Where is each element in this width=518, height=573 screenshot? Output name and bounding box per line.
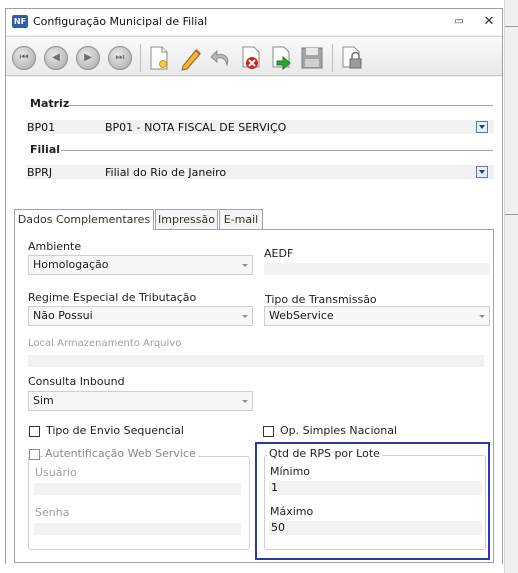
first-record-button[interactable]: ⏮: [12, 46, 36, 70]
usuario-field[interactable]: [34, 483, 241, 495]
filial-description: Filial do Rio de Janeiro: [105, 166, 227, 179]
confirm-button[interactable]: [269, 45, 293, 71]
regime-dropdown-arrow-icon: [242, 315, 248, 318]
tab-dados-complementares[interactable]: Dados Complementares: [14, 209, 154, 230]
autentificacao-checkbox[interactable]: [29, 449, 40, 460]
tipo-transmissao-value: WebService: [269, 309, 334, 322]
matriz-dropdown-button[interactable]: [476, 121, 488, 133]
toolbar: ⏮ ◀ ▶ ⏭: [6, 36, 502, 76]
ambiente-value: Homologação: [33, 258, 109, 271]
aedf-field[interactable]: [264, 263, 490, 275]
matriz-code: BP01: [27, 121, 56, 134]
filial-dropdown-button[interactable]: [476, 166, 488, 178]
consulta-inbound-value: Sim: [33, 394, 54, 407]
dialog-window: NF Configuração Municipal de Filial ▭ ✕ …: [5, 8, 503, 564]
consulta-inbound-label: Consulta Inbound: [28, 375, 125, 388]
tab-panel-dados-complementares: Ambiente Homologação AEDF Regime Especia…: [14, 229, 494, 563]
minimize-button[interactable]: ▭: [449, 13, 469, 31]
next-record-button[interactable]: ▶: [76, 46, 100, 70]
next-record-icon: ▶: [84, 52, 92, 63]
ambiente-dropdown-arrow-icon: [242, 264, 248, 267]
new-document-icon: [150, 46, 168, 70]
local-armazenamento-label: Local Armazenamento Arquivo: [28, 338, 182, 349]
tipo-transmissao-dropdown-arrow-icon: [479, 315, 485, 318]
lock-button[interactable]: [340, 45, 364, 71]
senha-label: Senha: [35, 506, 70, 519]
pencil-icon: [181, 49, 201, 71]
document-arrow-icon: [272, 46, 291, 71]
window-title: Configuração Municipal de Filial: [33, 15, 208, 28]
filial-lookup[interactable]: [26, 165, 494, 179]
undo-arrow-icon: [210, 49, 229, 67]
save-button[interactable]: [300, 45, 324, 71]
lock-document-icon: [342, 46, 362, 69]
matriz-description: BP01 - NOTA FISCAL DE SERVIÇO: [105, 121, 287, 134]
op-simples-nacional-checkbox[interactable]: [263, 426, 274, 437]
consulta-inbound-select[interactable]: Sim: [28, 391, 253, 411]
close-button[interactable]: ✕: [479, 13, 499, 31]
autentificacao-label[interactable]: Autentificação Web Service: [43, 447, 198, 460]
tipo-envio-sequencial-checkbox[interactable]: [29, 426, 40, 437]
form-content: Matriz BP01 BP01 - NOTA FISCAL DE SERVIÇ…: [6, 77, 502, 564]
tab-email[interactable]: E-mail: [219, 209, 263, 229]
aedf-label: AEDF: [264, 247, 294, 260]
op-simples-nacional-label[interactable]: Op. Simples Nacional: [280, 424, 397, 437]
background-window-edge: [504, 0, 518, 573]
delete-record-button[interactable]: [239, 45, 263, 71]
regime-value: Não Possui: [33, 309, 93, 322]
senha-field[interactable]: [34, 523, 241, 535]
previous-record-button[interactable]: ◀: [44, 46, 68, 70]
edit-record-button[interactable]: [179, 45, 203, 71]
delete-document-icon: [242, 46, 260, 69]
filial-group-label: Filial: [30, 143, 61, 156]
first-record-icon: ⏮: [19, 52, 29, 63]
last-record-button[interactable]: ⏭: [108, 46, 132, 70]
previous-record-icon: ◀: [52, 52, 60, 63]
title-bar: NF Configuração Municipal de Filial ▭ ✕: [6, 9, 502, 35]
app-nf-icon: NF: [12, 15, 28, 28]
last-record-icon: ⏭: [115, 52, 125, 63]
ambiente-label: Ambiente: [28, 240, 82, 253]
tipo-transmissao-select[interactable]: WebService: [264, 306, 490, 326]
floppy-disk-icon: [301, 47, 323, 69]
tipo-envio-sequencial-label[interactable]: Tipo de Envio Sequencial: [46, 424, 184, 437]
undo-button[interactable]: [209, 45, 233, 71]
tipo-transmissao-label: Tipo de Transmissão: [265, 293, 377, 306]
usuario-label: Usuário: [35, 466, 77, 479]
regime-select[interactable]: Não Possui: [28, 306, 253, 326]
matriz-group-label: Matriz: [30, 97, 70, 110]
regime-label: Regime Especial de Tributação: [28, 291, 197, 304]
new-record-button[interactable]: [147, 45, 171, 71]
toolbar-separator: [332, 44, 333, 72]
consulta-inbound-dropdown-arrow-icon: [242, 400, 248, 403]
filial-divider: [61, 150, 493, 151]
filial-code: BPRJ: [27, 166, 53, 179]
matriz-divider: [69, 105, 493, 106]
highlight-annotation-box: [255, 442, 490, 560]
local-armazenamento-field[interactable]: [28, 355, 484, 367]
tab-impressao[interactable]: Impressão: [155, 209, 218, 229]
toolbar-separator: [140, 44, 141, 72]
ambiente-select[interactable]: Homologação: [28, 255, 253, 275]
